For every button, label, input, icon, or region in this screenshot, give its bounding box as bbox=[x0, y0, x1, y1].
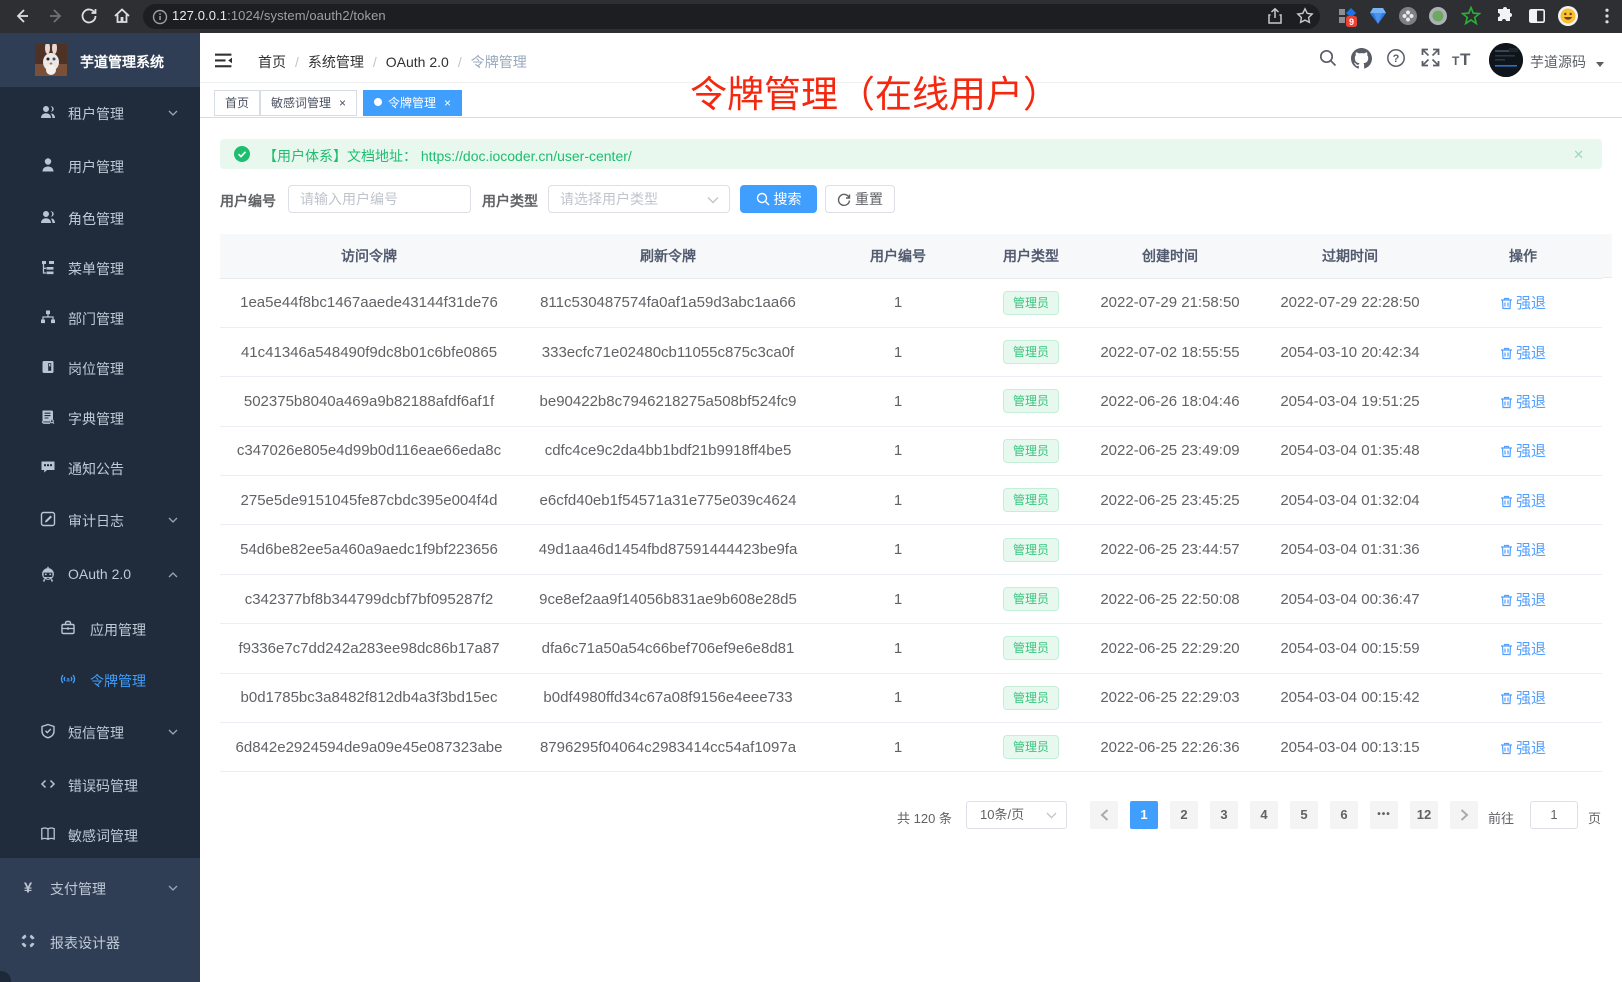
svg-text:T: T bbox=[1460, 50, 1471, 68]
svg-text:9: 9 bbox=[1349, 17, 1354, 27]
svg-text:T: T bbox=[1452, 54, 1460, 68]
svg-text:¥: ¥ bbox=[24, 880, 33, 896]
svg-text:a: a bbox=[66, 678, 70, 684]
svg-text:?: ? bbox=[1393, 53, 1400, 65]
